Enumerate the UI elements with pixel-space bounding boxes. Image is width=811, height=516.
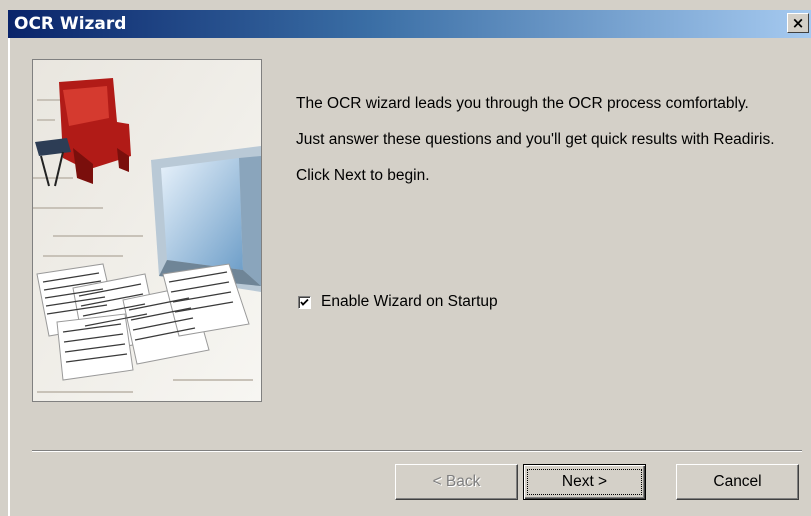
- checkmark-icon: [300, 298, 309, 306]
- intro-paragraph-2: Just answer these questions and you'll g…: [296, 131, 775, 148]
- back-button[interactable]: < Back: [395, 464, 518, 500]
- next-button-label: Next >: [526, 469, 643, 495]
- wizard-illustration: [32, 59, 262, 402]
- cancel-button-label: Cancel: [713, 473, 762, 490]
- ocr-scene-image: [33, 60, 261, 401]
- back-button-label: < Back: [432, 473, 481, 490]
- enable-wizard-checkbox[interactable]: [298, 295, 311, 309]
- intro-paragraph-1: The OCR wizard leads you through the OCR…: [296, 95, 749, 112]
- window-title: OCR Wizard: [14, 14, 127, 34]
- next-button[interactable]: Next >: [523, 464, 646, 500]
- close-icon: ×: [791, 13, 805, 32]
- title-bar: OCR Wizard ×: [8, 10, 811, 38]
- button-separator: [32, 450, 802, 452]
- window-edge: [8, 38, 10, 516]
- cancel-button[interactable]: Cancel: [676, 464, 799, 500]
- enable-wizard-label: Enable Wizard on Startup: [321, 293, 498, 310]
- enable-wizard-checkbox-row[interactable]: Enable Wizard on Startup: [298, 293, 498, 311]
- intro-text: The OCR wizard leads you through the OCR…: [296, 94, 796, 202]
- close-button[interactable]: ×: [787, 13, 809, 33]
- intro-paragraph-3: Click Next to begin.: [296, 167, 430, 184]
